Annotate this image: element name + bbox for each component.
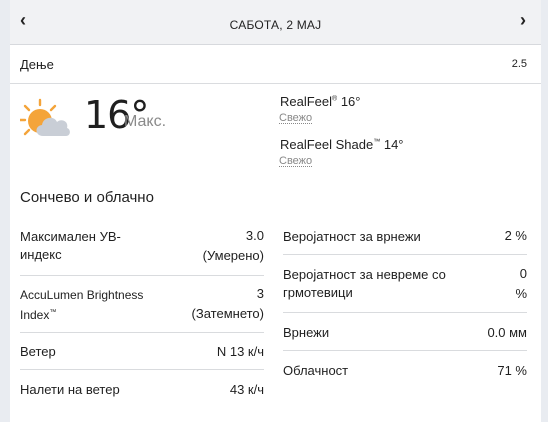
wind-gusts-value: 43 к/ч	[229, 382, 264, 397]
detail-row-thunderstorm-probability: Веројатност за невреме со грмотевици 0 %	[283, 254, 527, 313]
max-temperature-label: Макс.	[124, 113, 167, 130]
realfeel-shade-line: RealFeel Shade™ 14°	[280, 137, 404, 152]
details-left-column: Максимален УВ-индекс 3.0 (Умерено) AccuL…	[20, 218, 264, 414]
detail-row-precipitation: Врнежи 0.0 мм	[283, 312, 527, 351]
details-right-column: Веројатност за врнежи 2 % Веројатност за…	[283, 218, 527, 388]
wind-gusts-label: Налети на ветер	[20, 382, 120, 397]
detail-row-wind: Ветер N 13 к/ч	[20, 332, 264, 370]
cloud-cover-value: 71 %	[497, 363, 527, 378]
acculumen-category: (Затемнето)	[191, 306, 264, 321]
realfeel-line: RealFeel® 16°	[280, 94, 360, 109]
weather-phrase: Сончево и облачно	[20, 189, 154, 206]
thunderstorm-probability-value: 0	[519, 266, 527, 281]
detail-row-cloud-cover: Облачност 71 %	[283, 350, 527, 386]
thunderstorm-probability-label: Веројатност за невреме со грмотевици	[283, 267, 446, 300]
realfeel-value: 16°	[337, 94, 361, 109]
thunderstorm-probability-unit: %	[515, 286, 527, 301]
uv-index-category: (Умерено)	[202, 248, 264, 263]
wind-label: Ветер	[20, 344, 56, 359]
cloud-cover-label: Облачност	[283, 363, 349, 378]
acculumen-label: AccuLumen Brightness Index™	[20, 286, 160, 324]
date-title: САБОТА, 2 МАЈ	[229, 18, 322, 32]
detail-row-acculumen: AccuLumen Brightness Index™ 3 (Затемнето…	[20, 275, 264, 333]
detail-row-uv-index: Максимален УВ-индекс 3.0 (Умерено)	[20, 218, 264, 276]
acculumen-label-text: AccuLumen Brightness Index	[20, 288, 144, 322]
uv-index-value: 3.0	[245, 228, 264, 243]
acculumen-trademark: ™	[49, 309, 57, 316]
day-section-header: Дење 2.5	[10, 45, 541, 84]
day-value: 2.5	[511, 58, 527, 70]
realfeel-shade-label: RealFeel Shade	[280, 137, 374, 152]
precip-probability-value: 2 %	[504, 228, 527, 243]
realfeel-label: RealFeel	[280, 94, 333, 109]
detail-row-wind-gusts: Налети на ветер 43 к/ч	[20, 369, 264, 409]
next-day-button[interactable]: ›	[515, 11, 531, 29]
day-label: Дење	[20, 57, 54, 72]
partly-sunny-cloud-icon	[18, 98, 72, 142]
uv-index-label: Максимален УВ-индекс	[20, 229, 121, 262]
detail-row-precip-probability: Веројатност за врнежи 2 %	[283, 218, 527, 255]
date-navigation-bar: ‹ САБОТА, 2 МАЈ ›	[10, 0, 541, 45]
precip-probability-label: Веројатност за врнежи	[283, 229, 421, 244]
acculumen-value: 3	[256, 286, 264, 301]
realfeel-shade-description-link[interactable]: Свежо	[279, 155, 312, 167]
precipitation-value: 0.0 мм	[487, 325, 527, 340]
realfeel-description-link[interactable]: Свежо	[279, 112, 312, 124]
realfeel-shade-value: 14°	[380, 137, 404, 152]
precipitation-label: Врнежи	[283, 325, 330, 340]
wind-value: N 13 к/ч	[216, 344, 264, 359]
